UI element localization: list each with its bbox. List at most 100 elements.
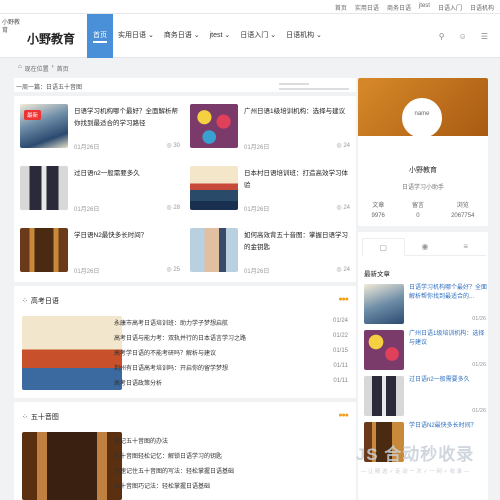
article-views: ◎ 24	[336, 143, 350, 149]
article-title[interactable]: 学日语N2最快多长时间？	[74, 230, 184, 242]
top-link-home[interactable]: 首页	[335, 3, 347, 12]
article-date: 01月26日	[74, 145, 100, 151]
top-link-intro[interactable]: 日语入门	[438, 3, 462, 12]
sidebar-thumb[interactable]	[364, 330, 404, 370]
list-item[interactable]: 高考日语政策分析 01/11	[114, 378, 348, 390]
logo-image[interactable]: 小野教育	[2, 19, 24, 49]
main-nav: 首页 实用日语 ⌄ 商务日语 ⌄ jtest ⌄ 日语入门 ⌄ 日语机构 ⌄	[87, 14, 327, 58]
slider-banner[interactable]: 一周一篇：日语五十音图	[14, 78, 356, 92]
breadcrumb: ⌂ 现在位置 › 首页	[18, 64, 69, 73]
article-views: ◎ 30	[166, 143, 180, 149]
search-icon[interactable]: ⚲	[439, 32, 445, 41]
sidebar-thumb[interactable]	[364, 284, 404, 324]
article-views: ◎ 24	[336, 267, 350, 273]
profile-name[interactable]: 小野教育	[358, 165, 488, 175]
top-link-org[interactable]: 日语机构	[470, 3, 494, 12]
list-item[interactable]: 永康市高考日语培训班：助力学子梦想启航 01/24	[114, 318, 348, 330]
list-item[interactable]: 高考学日语的不能考研吗？解析与建议 01/15	[114, 348, 348, 360]
article-date: 01月26日	[244, 207, 270, 213]
avatar[interactable]: name	[402, 98, 442, 138]
section-thumb-geisha[interactable]	[22, 316, 122, 390]
article-date: 01月26日	[244, 145, 270, 151]
article-date: 01月26日	[74, 269, 100, 275]
article-thumb-fuji[interactable]	[190, 166, 238, 210]
nav-home[interactable]: 首页	[87, 14, 113, 58]
watermark-logo: JS 合动秒收录 — 让 精 选 ✓ 走 动 一 次 ✓ 一 网 ✓ 收 录 —	[355, 445, 475, 475]
more-dots-icon[interactable]: ●●●	[338, 296, 349, 303]
article-card-4[interactable]: 日本村日语培训班：打造高效学习体验 01月26日 ◎ 24	[190, 166, 354, 216]
section-title[interactable]: ⁘ 高考日语	[22, 296, 59, 306]
top-link-business[interactable]: 商务日语	[387, 3, 411, 12]
nav-practical[interactable]: 实用日语 ⌄	[113, 14, 159, 58]
site-header: 小野教育 小野教育 首页 实用日语 ⌄ 商务日语 ⌄ jtest ⌄ 日语入门 …	[0, 14, 500, 58]
eye-icon: ◎	[336, 267, 342, 273]
list-item[interactable]: 五十音图巧记法：轻松掌握日语基础	[114, 481, 348, 493]
article-date: 01月26日	[244, 269, 270, 275]
menu-icon[interactable]: ☰	[481, 32, 488, 41]
article-title[interactable]: 广州日语1级培训机构：选择与建议	[244, 106, 354, 118]
article-card-6[interactable]: 如何高效背五十音图：掌握日语学习的金钥匙 01月26日 ◎ 24	[190, 228, 354, 278]
stat-views: 浏览 2067754	[451, 203, 475, 219]
top-utility-bar: 首页 实用日语 商务日语 jtest 日语入门 日语机构	[0, 0, 500, 14]
user-icon[interactable]: ☺	[459, 32, 467, 41]
profile-stats: 文章 9976 留言 0 浏览 2067754	[358, 200, 488, 219]
tab-hot-icon[interactable]: ◉	[404, 238, 446, 256]
article-title[interactable]: 日本村日语培训班：打造高效学习体验	[244, 168, 354, 192]
article-card-3[interactable]: 过日语n2一般需要多久 01月26日 ◎ 28	[20, 166, 184, 216]
site-name[interactable]: 小野教育	[27, 30, 75, 47]
profile-desc: 日语学习小助手	[401, 185, 444, 191]
sidebar-article[interactable]: 日语学习机构哪个最好？全面解析帮你找到最适合的... 01/26	[364, 284, 487, 324]
list-item[interactable]: 快速记住五十音图的写法：轻松掌握日语基础	[114, 466, 348, 478]
article-views: ◎ 24	[336, 205, 350, 211]
slider-indicator-2[interactable]	[279, 88, 349, 90]
article-thumb-library[interactable]	[20, 228, 68, 272]
article-views: ◎ 28	[166, 205, 180, 211]
more-dots-icon[interactable]: ●●●	[338, 412, 349, 419]
sidebar-tabs: ▢ ◉ ≡	[362, 238, 487, 256]
nav-org[interactable]: 日语机构 ⌄	[281, 14, 327, 58]
article-card-5[interactable]: 学日语N2最快多长时间？ 01月26日 ◎ 25	[20, 228, 184, 278]
eye-icon: ◎	[166, 205, 172, 211]
sidebar-section-title: 最新文章	[364, 271, 390, 278]
list-item[interactable]: 高考日语与能力考：双轨并行的日本语言学习之路 01/22	[114, 333, 348, 345]
list-item[interactable]: 五十音图轻松记忆：解锁日语学习的钥匙	[114, 451, 348, 463]
header-tools: ⚲ ☺ ☰	[439, 32, 488, 41]
grid-icon: ⁘	[22, 298, 28, 305]
eye-icon: ◎	[166, 267, 172, 273]
slider-title[interactable]: 一周一篇：日语五十音图	[16, 82, 82, 91]
article-thumb-students[interactable]	[20, 166, 68, 210]
home-icon: ⌂	[18, 64, 22, 70]
article-title[interactable]: 过日语n2一般需要多久	[74, 168, 184, 180]
top-link-practical[interactable]: 实用日语	[355, 3, 379, 12]
nav-business[interactable]: 商务日语 ⌄	[159, 14, 205, 58]
eye-icon: ◎	[336, 143, 342, 149]
slider-indicator[interactable]	[279, 83, 309, 85]
top-links: 首页 实用日语 商务日语 jtest 日语入门 日语机构	[335, 3, 494, 12]
tab-latest-icon[interactable]: ▢	[362, 238, 405, 256]
breadcrumb-label: 现在位置	[24, 67, 49, 73]
article-title[interactable]: 日语学习机构哪个最好？全面解析帮你找到最适合的学习路径	[74, 106, 184, 130]
grid-icon: ⁘	[22, 414, 28, 421]
nav-jtest[interactable]: jtest ⌄	[205, 14, 236, 58]
top-link-jtest[interactable]: jtest	[419, 3, 430, 12]
new-badge: 最新	[24, 110, 42, 120]
breadcrumb-current[interactable]: 首页	[57, 64, 69, 73]
article-views: ◎ 25	[166, 267, 180, 273]
tab-comments-icon[interactable]: ≡	[445, 238, 487, 256]
list-item[interactable]: 速记五十音图的办法	[114, 436, 348, 448]
article-thumb-flowers[interactable]	[190, 104, 238, 148]
sidebar-article[interactable]: 过日语n2一般需要多久 01/26	[364, 376, 486, 416]
article-date: 01月26日	[74, 207, 100, 213]
article-title[interactable]: 如何高效背五十音图：掌握日语学习的金钥匙	[244, 230, 354, 254]
stat-articles: 文章 9976	[371, 203, 385, 219]
section-title[interactable]: ⁘ 五十音图	[22, 412, 59, 422]
sidebar-thumb[interactable]	[364, 376, 404, 416]
article-thumb-woman[interactable]	[190, 228, 238, 272]
eye-icon: ◎	[166, 143, 172, 149]
sidebar-article[interactable]: 广州日语1级培训机构：选择与建议 01/26	[364, 330, 486, 370]
article-card-2[interactable]: 广州日语1级培训机构：选择与建议 01月26日 ◎ 24	[190, 104, 354, 154]
nav-intro[interactable]: 日语入门 ⌄	[235, 14, 281, 58]
article-card-1[interactable]: 最新 日语学习机构哪个最好？全面解析帮你找到最适合的学习路径 01月26日 ◎ …	[20, 104, 184, 154]
list-item[interactable]: 荆州有日语高考培训吗：开启你的留学梦想 01/11	[114, 363, 348, 375]
section-thumb-library[interactable]	[22, 432, 122, 500]
